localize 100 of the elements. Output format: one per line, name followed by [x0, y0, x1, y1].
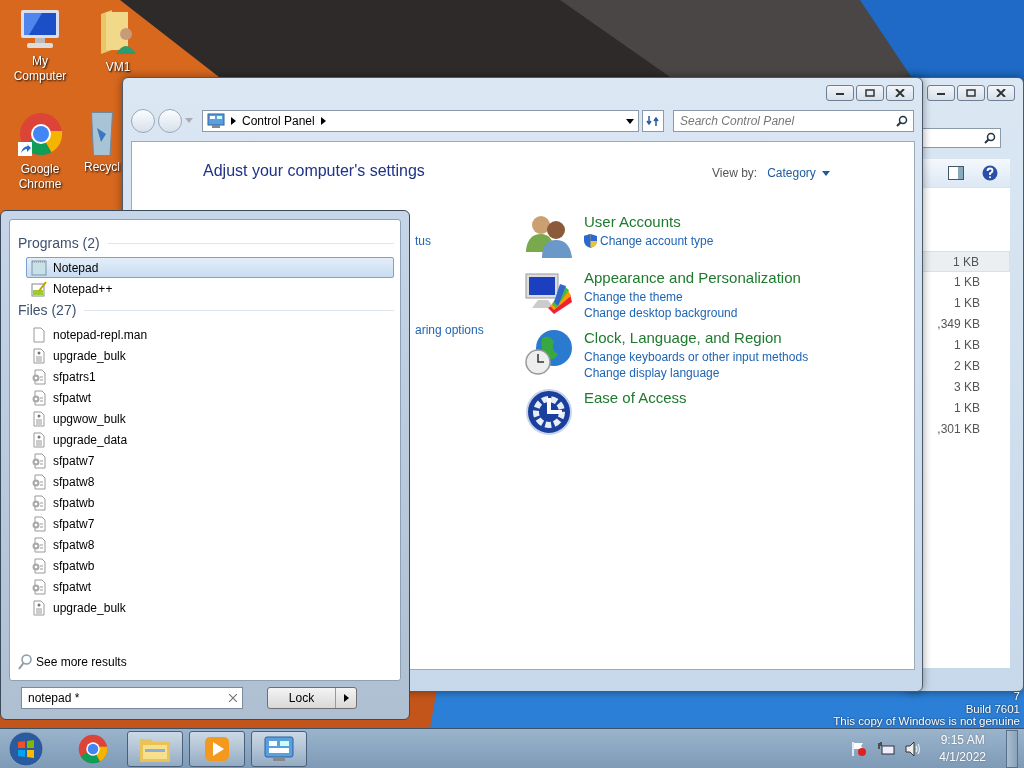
recycle-bin-icon [91, 112, 113, 156]
maximize-button[interactable] [856, 85, 884, 101]
search-result[interactable]: notepad-repl.man [26, 324, 394, 345]
media-player-icon [203, 734, 231, 763]
category-title[interactable]: Clock, Language, and Region [584, 328, 809, 348]
taskbar-button[interactable] [127, 730, 183, 767]
desktop-notice: 7 [1013, 690, 1020, 703]
maximize-button[interactable] [957, 85, 985, 101]
minimize-button[interactable] [826, 85, 854, 101]
chevron-icon [231, 117, 236, 125]
gear-file-icon [31, 515, 47, 532]
start-button[interactable] [7, 729, 45, 768]
globe-clock-icon [524, 328, 574, 376]
desktop-icon-label[interactable]: Recycl [84, 160, 120, 175]
help-icon[interactable] [982, 165, 998, 181]
network-icon[interactable] [877, 740, 896, 757]
search-result[interactable]: sfpatw8 [26, 534, 394, 555]
search-result[interactable]: upgrade_bulk [26, 597, 394, 618]
refresh-button[interactable] [642, 110, 664, 132]
category-title[interactable]: Appearance and Personalization [584, 268, 801, 288]
notepad-plus-icon [31, 280, 47, 297]
minimize-icon [936, 90, 946, 96]
search-result[interactable]: sfpatwb [26, 555, 394, 576]
search-result[interactable]: sfpatw7 [26, 513, 394, 534]
gear-file-icon [31, 368, 47, 385]
control-panel-icon [207, 113, 225, 129]
preview-pane-icon[interactable] [948, 166, 964, 180]
gear-file-icon [31, 578, 47, 595]
search-result[interactable]: upgwow_bulk [26, 408, 394, 429]
search-result[interactable]: Notepad [26, 257, 394, 278]
category-link[interactable]: Change desktop background [584, 306, 738, 320]
category-link[interactable]: Change keyboards or other input methods [584, 350, 809, 364]
minimize-button[interactable] [927, 85, 955, 101]
search-result[interactable]: Notepad++ [26, 278, 394, 299]
search-field[interactable] [921, 128, 1001, 148]
close-icon [895, 89, 905, 97]
file-size-cell-text: 1 KB [953, 295, 981, 312]
gear-file-icon [31, 473, 47, 490]
user-folder-icon [98, 8, 138, 56]
taskbar-button[interactable] [251, 730, 307, 767]
category-link[interactable]: Change the theme [584, 290, 683, 304]
breadcrumb[interactable]: Control Panel [242, 114, 315, 128]
search-field[interactable]: notepad * [21, 687, 243, 709]
script-file-icon [31, 410, 47, 427]
script-file-icon [31, 347, 47, 364]
chevron-icon [320, 117, 326, 125]
category-link[interactable]: Change account type [600, 234, 714, 248]
address-bar[interactable]: Control Panel [202, 110, 639, 132]
category-link[interactable]: aring options [415, 323, 484, 337]
see-more-link[interactable]: See more results [36, 655, 127, 669]
desktop-icon-label[interactable]: Google Chrome [5, 162, 75, 192]
search-icon [18, 654, 32, 670]
category-link[interactable]: tus [415, 234, 484, 248]
desktop-icon-label[interactable]: My Computer [5, 54, 75, 84]
search-result[interactable]: sfpatwt [26, 576, 394, 597]
gear-file-icon [31, 557, 47, 574]
taskbar-button[interactable] [189, 730, 245, 767]
category-title[interactable]: Ease of Access [584, 388, 687, 408]
chrome-icon [78, 733, 108, 764]
category-title[interactable]: User Accounts [584, 212, 714, 232]
minimize-icon [835, 90, 845, 96]
desktop-icon-label[interactable]: VM1 [105, 60, 131, 75]
arrow-icon [343, 694, 349, 702]
gear-file-icon [31, 536, 47, 553]
show-desktop-button[interactable] [1006, 729, 1018, 768]
file-size-cell-text: 3 KB [953, 379, 981, 396]
chrome-icon [17, 112, 63, 158]
search-result[interactable]: sfpatrs1 [26, 366, 394, 387]
group-heading: Files (27) [18, 302, 77, 318]
category-link[interactable]: Change display language [584, 366, 720, 380]
search-result[interactable]: sfpatwt [26, 387, 394, 408]
file-size-cell-text: 1 KB [953, 337, 981, 354]
gear-file-icon [31, 452, 47, 469]
notepad-icon [31, 259, 47, 276]
desktop-notice: Build 7601 [965, 702, 1020, 715]
script-file-icon [31, 599, 47, 616]
file-size-cell-text: ,301 KB [936, 421, 981, 438]
search-result[interactable]: sfpatw7 [26, 450, 394, 471]
search-icon [896, 115, 908, 127]
control-panel-icon [263, 734, 295, 763]
desktop-notice: This copy of Windows is not genuine [833, 715, 1020, 728]
search-field[interactable]: Search Control Panel [673, 110, 914, 132]
clear-icon[interactable] [229, 694, 237, 702]
search-result[interactable]: sfpatwb [26, 492, 394, 513]
document-icon [31, 326, 47, 343]
search-result[interactable]: sfpatw8 [26, 471, 394, 492]
page-heading: Adjust your computer's settings [203, 162, 425, 180]
search-result[interactable]: upgrade_data [26, 429, 394, 450]
file-size-cell-text: 1 KB [953, 274, 981, 291]
view-by-label: View by: [712, 166, 758, 180]
search-icon [984, 132, 996, 144]
caret-icon [821, 170, 830, 176]
file-size-cell-text: 1 KB [953, 400, 981, 417]
dropdown-caret-icon[interactable] [626, 118, 634, 124]
view-by-dropdown[interactable]: Category [767, 166, 830, 180]
search-result[interactable]: upgrade_bulk [26, 345, 394, 366]
close-button[interactable] [886, 85, 914, 101]
flag-error-icon[interactable] [851, 740, 868, 757]
close-button[interactable] [987, 85, 1015, 101]
file-size-cell-text: 2 KB [953, 358, 981, 375]
